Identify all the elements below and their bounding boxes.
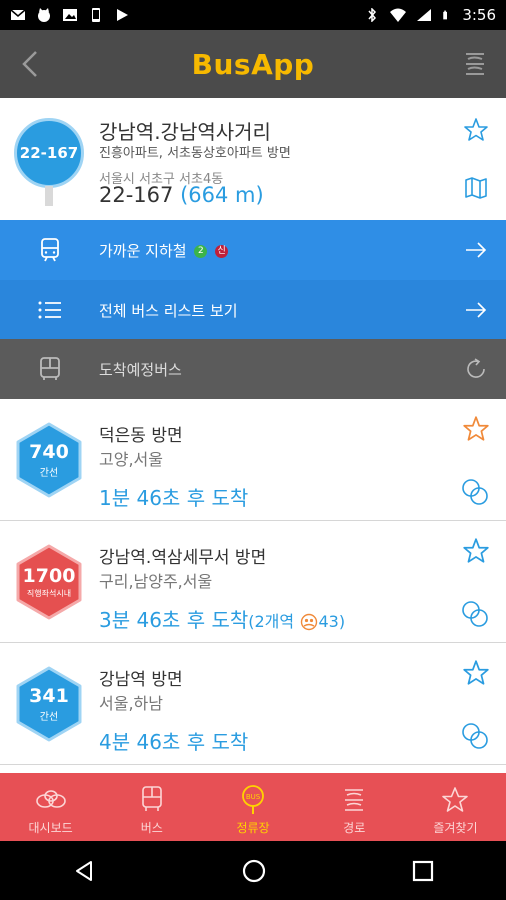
bus-direction: 강남역.역삼세무서 방면 <box>99 548 267 568</box>
play-icon <box>117 9 128 21</box>
bus-number: 1700 <box>22 565 76 587</box>
signal-icon <box>417 9 432 21</box>
arrow-right-icon <box>466 242 487 258</box>
recents-icon[interactable] <box>412 860 434 882</box>
bottom-tab-bar: 대시보드 버스 BUS 정류장 경로 즐겨찾기 <box>0 773 506 841</box>
arrival-section-label: 도착예정버스 <box>99 361 182 379</box>
line-shinbundang-badge: 신 <box>215 244 229 258</box>
link-icon[interactable] <box>460 599 490 629</box>
bus-arrival: 3분 46초 후 도착 <box>99 608 249 632</box>
line-2-badge: 2 <box>194 244 208 258</box>
home-icon[interactable] <box>241 858 267 884</box>
chevron-left-icon[interactable] <box>18 50 42 78</box>
bus-type: 직행좌석시내 <box>26 589 72 598</box>
app-bar: BusApp <box>0 30 506 98</box>
stop-direction: 진흥아파트, 서초동상호아파트 방면 <box>99 146 291 161</box>
battery-icon <box>443 10 448 20</box>
bus-icon <box>40 357 60 380</box>
back-icon[interactable] <box>72 859 96 883</box>
link-icon[interactable] <box>460 477 490 507</box>
subway-icon <box>41 238 59 262</box>
favorite-star-icon[interactable] <box>463 117 489 143</box>
stop-name: 강남역.강남역사거리 <box>99 120 271 144</box>
cat-icon <box>38 8 50 22</box>
nearby-subway-row[interactable]: 가까운 지하철 2 신 <box>0 220 506 280</box>
tab-label: 정류장 <box>236 821 270 835</box>
gmail-icon <box>10 9 26 20</box>
bus-region: 고양,서울 <box>99 450 163 469</box>
bus-number: 341 <box>29 685 69 707</box>
star-icon[interactable] <box>462 415 490 443</box>
star-icon <box>442 787 469 812</box>
bus-list-item[interactable]: 341 간선 강남역 방면 서울,하남 4분 46초 후 도착 <box>0 643 506 765</box>
passengers-icon <box>301 613 318 630</box>
bus-arrival: 4분 46초 후 도착 <box>99 730 249 754</box>
system-nav-bar <box>0 841 506 900</box>
star-icon[interactable] <box>462 659 490 687</box>
bus-type: 간선 <box>39 468 59 479</box>
bus-direction: 강남역 방면 <box>99 670 183 690</box>
stop-id-line: 22-167 (664 m) <box>99 183 264 207</box>
stop-sign-label: 22-167 <box>14 118 84 188</box>
tab-bus[interactable]: 버스 <box>101 773 202 841</box>
tab-label: 버스 <box>140 821 163 835</box>
star-icon[interactable] <box>462 537 490 565</box>
all-bus-list-row[interactable]: 전체 버스 리스트 보기 <box>0 280 506 340</box>
bus-number: 740 <box>29 441 69 463</box>
image-icon <box>63 9 77 21</box>
list-icon <box>38 301 61 319</box>
phone-icon <box>92 8 100 22</box>
bus-arrival-line: 3분 46초 후 도착(2개역 43) <box>99 604 345 633</box>
nearby-subway-label: 가까운 지하철 2 신 <box>99 240 229 261</box>
refresh-icon[interactable] <box>464 357 488 381</box>
bus-arrival: 1분 46초 후 도착 <box>99 486 249 510</box>
bluetooth-icon <box>368 8 377 22</box>
status-bar: 3:56 <box>0 0 506 30</box>
svg-text:BUS: BUS <box>246 793 261 801</box>
bus-route-label: 341 간선 <box>14 665 84 743</box>
bus-stop-sign: 22-167 <box>14 118 84 208</box>
tab-label: 경로 <box>343 821 366 835</box>
dashboard-icon <box>35 790 66 808</box>
link-icon[interactable] <box>460 721 490 751</box>
stop-distance: (664 m) <box>180 183 264 207</box>
map-icon[interactable] <box>464 176 488 200</box>
app-title: BusApp <box>191 47 315 81</box>
wifi-icon <box>390 8 407 22</box>
stop-id: 22-167 <box>99 183 174 207</box>
arrow-right-icon <box>466 302 487 318</box>
bus-list-item[interactable]: 740 간선 덕은동 방면 고양,서울 1분 46초 후 도착 <box>0 399 506 521</box>
bus-stop-icon: BUS <box>242 785 264 814</box>
bus-region: 구리,남양주,서울 <box>99 572 213 591</box>
bus-route-label: 1700 직행좌석시내 <box>14 543 84 621</box>
tab-route[interactable]: 경로 <box>304 773 405 841</box>
nearby-subway-text: 가까운 지하철 <box>99 241 187 260</box>
menu-icon[interactable] <box>462 48 488 80</box>
route-icon <box>345 789 364 811</box>
bus-direction: 덕은동 방면 <box>99 426 183 446</box>
bus-route-label: 740 간선 <box>14 421 84 499</box>
stop-pole <box>45 186 53 206</box>
tab-stop[interactable]: BUS 정류장 <box>202 773 303 841</box>
tab-favorites[interactable]: 즐겨찾기 <box>405 773 506 841</box>
bus-icon <box>141 786 162 811</box>
bus-region: 서울,하남 <box>99 694 163 713</box>
tab-label: 즐겨찾기 <box>433 821 478 835</box>
bus-passenger-count: 43) <box>318 612 346 631</box>
tab-label: 대시보드 <box>28 821 73 835</box>
all-bus-list-label: 전체 버스 리스트 보기 <box>99 301 238 320</box>
tab-dashboard[interactable]: 대시보드 <box>0 773 101 841</box>
status-time: 3:56 <box>462 6 496 24</box>
bus-stations-away: (2개역 <box>248 612 295 631</box>
arrival-section-header: 도착예정버스 <box>0 339 506 399</box>
bus-list-item[interactable]: 1700 직행좌석시내 강남역.역삼세무서 방면 구리,남양주,서울 3분 46… <box>0 521 506 643</box>
bus-type: 간선 <box>39 712 59 723</box>
